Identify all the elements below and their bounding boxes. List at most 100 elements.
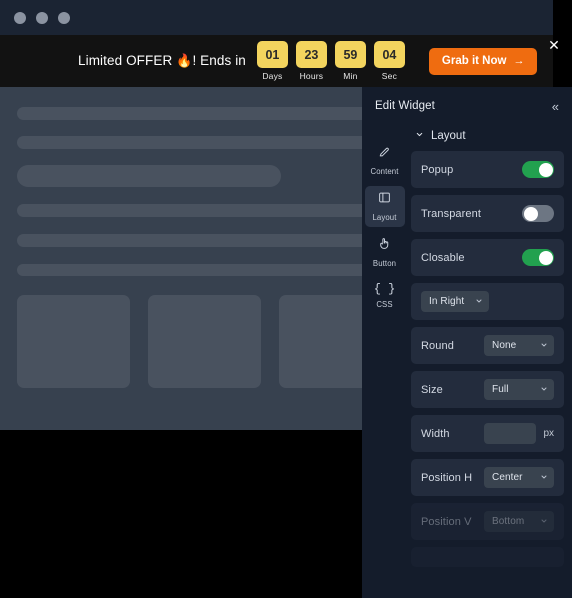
row-round: Round None <box>411 327 564 364</box>
curly-braces-icon: { } <box>373 282 396 296</box>
tab-layout[interactable]: Layout <box>364 186 405 227</box>
closable-label: Closable <box>421 251 465 264</box>
chevron-down-icon <box>540 473 548 483</box>
placement-select[interactable]: In Right <box>421 291 489 312</box>
skeleton-bar <box>17 234 362 247</box>
row-size: Size Full <box>411 371 564 408</box>
promo-message-text: Limited OFFER <box>78 53 173 68</box>
position-h-value: Center <box>492 472 523 483</box>
popup-toggle[interactable] <box>522 161 554 178</box>
cta-label: Grab it Now <box>441 55 507 67</box>
promo-countdown-banner: Limited OFFER 🔥! Ends in 01 Days 23 Hour… <box>0 35 553 87</box>
row-transparent: Transparent <box>411 195 564 232</box>
popup-label: Popup <box>421 163 454 176</box>
page-preview-skeleton <box>0 87 362 430</box>
toggle-knob <box>538 162 553 177</box>
closable-toggle[interactable] <box>522 249 554 266</box>
tab-button-label: Button <box>372 259 397 268</box>
round-value: None <box>492 340 517 351</box>
skeleton-bar <box>17 107 362 120</box>
chevron-down-icon <box>475 297 483 307</box>
countdown-unit-sec: 04 Sec <box>373 41 405 81</box>
countdown-unit-days: 01 Days <box>256 41 288 81</box>
toggle-knob <box>523 206 538 221</box>
countdown-value-min: 59 <box>334 41 366 68</box>
tab-content-label: Content <box>370 167 399 176</box>
panel-layout-icon <box>378 191 391 209</box>
app-root: Limited OFFER 🔥! Ends in 01 Days 23 Hour… <box>0 0 572 598</box>
chevron-down-icon <box>540 385 548 395</box>
countdown-unit-min: 59 Min <box>334 41 366 81</box>
collapse-panel-icon[interactable]: « <box>549 98 560 115</box>
transparent-toggle[interactable] <box>522 205 554 222</box>
size-value: Full <box>492 384 509 395</box>
tab-content[interactable]: Content <box>365 140 405 181</box>
promo-banner-content: Limited OFFER 🔥! Ends in 01 Days 23 Hour… <box>78 41 538 81</box>
width-control: px <box>484 423 554 444</box>
row-closable: Closable <box>411 239 564 276</box>
chevron-down-icon <box>415 130 424 142</box>
panel-tab-rail: Content Layout Button {} CSS <box>362 125 407 567</box>
width-input[interactable] <box>484 423 537 444</box>
edit-widget-panel: Edit Widget « Content Layout Button {} … <box>362 87 572 598</box>
countdown-timer: 01 Days 23 Hours 59 Min 04 Sec <box>256 41 405 81</box>
tab-css-label: CSS <box>376 300 393 309</box>
position-v-label: Position V <box>421 515 472 528</box>
edit-pencil-icon <box>378 145 391 163</box>
tab-button[interactable]: Button <box>365 232 405 273</box>
countdown-label-min: Min <box>343 71 358 81</box>
promo-message-suffix: ! Ends in <box>192 53 246 68</box>
window-dot-close-icon[interactable] <box>14 11 26 24</box>
skeleton-bar <box>17 136 362 149</box>
countdown-label-sec: Sec <box>381 71 398 81</box>
chevron-down-icon <box>540 517 548 527</box>
chevron-down-icon <box>540 341 548 351</box>
position-h-select[interactable]: Center <box>484 467 554 488</box>
countdown-label-hours: Hours <box>299 71 324 81</box>
promo-message: Limited OFFER 🔥! Ends in <box>78 53 246 69</box>
close-icon[interactable]: ✕ <box>547 38 561 52</box>
countdown-value-hours: 23 <box>295 41 327 68</box>
row-popup: Popup <box>411 151 564 188</box>
countdown-unit-hours: 23 Hours <box>295 41 327 81</box>
countdown-value-days: 01 <box>256 41 288 68</box>
placement-value: In Right <box>429 296 465 307</box>
fire-icon: 🔥 <box>176 53 193 68</box>
skeleton-bar <box>17 264 362 276</box>
skeleton-bar <box>17 204 362 217</box>
grab-it-now-button[interactable]: Grab it Now → <box>428 47 538 75</box>
round-select[interactable]: None <box>484 335 554 356</box>
width-label: Width <box>421 427 450 440</box>
panel-body: Content Layout Button {} CSS Layout Pop… <box>362 125 572 567</box>
row-partial-next <box>411 547 564 567</box>
position-h-label: Position H <box>421 471 473 484</box>
window-dot-minimize-icon[interactable] <box>36 11 48 24</box>
countdown-value-sec: 04 <box>373 41 405 68</box>
width-unit-label: px <box>543 428 554 439</box>
row-width: Width px <box>411 415 564 452</box>
window-dot-maximize-icon[interactable] <box>58 11 70 24</box>
tab-layout-label: Layout <box>372 213 397 222</box>
size-label: Size <box>421 383 443 396</box>
page-title: Edit Widget <box>375 100 435 112</box>
countdown-label-days: Days <box>262 71 283 81</box>
size-select[interactable]: Full <box>484 379 554 400</box>
browser-chrome-bar <box>0 0 553 35</box>
row-position-h: Position H Center <box>411 459 564 496</box>
position-v-value: Bottom <box>492 516 525 527</box>
transparent-label: Transparent <box>421 207 481 220</box>
skeleton-card <box>148 295 261 388</box>
toggle-knob <box>538 250 553 265</box>
skeleton-card <box>17 295 130 388</box>
row-position-v: Position V Bottom <box>411 503 564 540</box>
skeleton-card <box>279 295 362 388</box>
row-placement: In Right <box>411 283 564 320</box>
panel-header: Edit Widget « <box>362 87 572 125</box>
tab-css[interactable]: { } CSS <box>365 278 405 314</box>
layout-controls: Layout Popup Transparent Closable In Rig… <box>407 125 572 567</box>
layout-section-header[interactable]: Layout <box>411 125 564 151</box>
cursor-click-icon <box>378 237 391 255</box>
layout-section-title: Layout <box>431 130 466 142</box>
position-v-select: Bottom <box>484 511 554 532</box>
arrow-right-icon: → <box>513 55 525 67</box>
